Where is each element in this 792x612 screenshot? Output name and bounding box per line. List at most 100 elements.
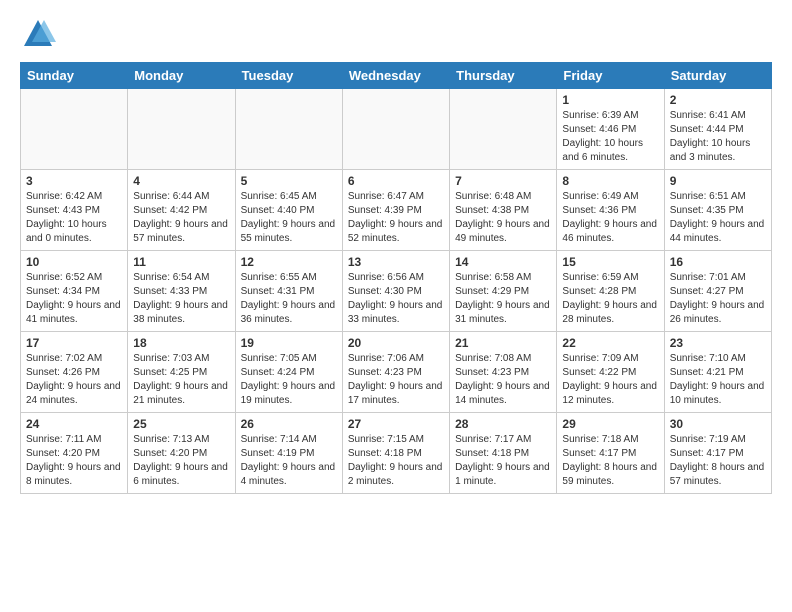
day-number: 29: [562, 417, 658, 431]
weekday-header-monday: Monday: [128, 63, 235, 89]
day-number: 27: [348, 417, 444, 431]
day-info: Sunrise: 7:02 AM Sunset: 4:26 PM Dayligh…: [26, 352, 122, 408]
day-info: Sunrise: 6:59 AM Sunset: 4:28 PM Dayligh…: [562, 271, 658, 327]
day-number: 26: [241, 417, 337, 431]
day-info: Sunrise: 7:01 AM Sunset: 4:27 PM Dayligh…: [670, 271, 766, 327]
day-number: 17: [26, 336, 122, 350]
calendar-cell: 20 Sunrise: 7:06 AM Sunset: 4:23 PM Dayli…: [342, 332, 449, 413]
day-info: Sunrise: 7:03 AM Sunset: 4:25 PM Dayligh…: [133, 352, 229, 408]
calendar-cell: 29 Sunrise: 7:18 AM Sunset: 4:17 PM Dayli…: [557, 413, 664, 494]
day-info: Sunrise: 7:19 AM Sunset: 4:17 PM Dayligh…: [670, 433, 766, 489]
day-info: Sunrise: 6:55 AM Sunset: 4:31 PM Dayligh…: [241, 271, 337, 327]
calendar-cell: 6 Sunrise: 6:47 AM Sunset: 4:39 PM Daylig…: [342, 170, 449, 251]
calendar-cell: 15 Sunrise: 6:59 AM Sunset: 4:28 PM Dayli…: [557, 251, 664, 332]
calendar-cell: [342, 89, 449, 170]
weekday-header-friday: Friday: [557, 63, 664, 89]
day-number: 22: [562, 336, 658, 350]
weekday-header-wednesday: Wednesday: [342, 63, 449, 89]
day-info: Sunrise: 6:51 AM Sunset: 4:35 PM Dayligh…: [670, 190, 766, 246]
weekday-header-tuesday: Tuesday: [235, 63, 342, 89]
day-number: 6: [348, 174, 444, 188]
calendar-cell: 22 Sunrise: 7:09 AM Sunset: 4:22 PM Dayli…: [557, 332, 664, 413]
day-number: 20: [348, 336, 444, 350]
day-info: Sunrise: 6:41 AM Sunset: 4:44 PM Dayligh…: [670, 109, 766, 165]
calendar-cell: 12Sunrise: 6:55 AM Sunset: 4:31 PM Dayli…: [235, 251, 342, 332]
calendar-cell: 28 Sunrise: 7:17 AM Sunset: 4:18 PM Dayli…: [450, 413, 557, 494]
day-number: 5: [241, 174, 337, 188]
day-number: 18: [133, 336, 229, 350]
week-row-0: 1 Sunrise: 6:39 AM Sunset: 4:46 PM Daylig…: [21, 89, 772, 170]
calendar-cell: 25 Sunrise: 7:13 AM Sunset: 4:20 PM Dayli…: [128, 413, 235, 494]
calendar-cell: 17 Sunrise: 7:02 AM Sunset: 4:26 PM Dayli…: [21, 332, 128, 413]
day-number: 25: [133, 417, 229, 431]
day-info: Sunrise: 7:15 AM Sunset: 4:18 PM Dayligh…: [348, 433, 444, 489]
calendar-cell: 8 Sunrise: 6:49 AM Sunset: 4:36 PM Daylig…: [557, 170, 664, 251]
day-number: 8: [562, 174, 658, 188]
day-info: Sunrise: 7:17 AM Sunset: 4:18 PM Dayligh…: [455, 433, 551, 489]
day-number: 15: [562, 255, 658, 269]
calendar-cell: 24 Sunrise: 7:11 AM Sunset: 4:20 PM Dayli…: [21, 413, 128, 494]
calendar-cell: [21, 89, 128, 170]
calendar-cell: 5 Sunrise: 6:45 AM Sunset: 4:40 PM Daylig…: [235, 170, 342, 251]
calendar-header: SundayMondayTuesdayWednesdayThursdayFrid…: [21, 63, 772, 89]
day-info: Sunrise: 6:54 AM Sunset: 4:33 PM Dayligh…: [133, 271, 229, 327]
calendar-cell: 2 Sunrise: 6:41 AM Sunset: 4:44 PM Daylig…: [664, 89, 771, 170]
calendar-cell: 10Sunrise: 6:52 AM Sunset: 4:34 PM Dayli…: [21, 251, 128, 332]
calendar-cell: 18 Sunrise: 7:03 AM Sunset: 4:25 PM Dayli…: [128, 332, 235, 413]
day-number: 28: [455, 417, 551, 431]
day-info: Sunrise: 6:52 AM Sunset: 4:34 PM Dayligh…: [26, 271, 122, 327]
day-number: 9: [670, 174, 766, 188]
day-info: Sunrise: 7:08 AM Sunset: 4:23 PM Dayligh…: [455, 352, 551, 408]
day-info: Sunrise: 6:56 AM Sunset: 4:30 PM Dayligh…: [348, 271, 444, 327]
calendar-cell: 7Sunrise: 6:48 AM Sunset: 4:38 PM Daylig…: [450, 170, 557, 251]
calendar-body: 1 Sunrise: 6:39 AM Sunset: 4:46 PM Daylig…: [21, 89, 772, 494]
day-number: 23: [670, 336, 766, 350]
calendar-cell: [450, 89, 557, 170]
calendar-cell: 23 Sunrise: 7:10 AM Sunset: 4:21 PM Dayli…: [664, 332, 771, 413]
calendar-cell: 30 Sunrise: 7:19 AM Sunset: 4:17 PM Dayli…: [664, 413, 771, 494]
day-info: Sunrise: 6:49 AM Sunset: 4:36 PM Dayligh…: [562, 190, 658, 246]
week-row-2: 10Sunrise: 6:52 AM Sunset: 4:34 PM Dayli…: [21, 251, 772, 332]
calendar-cell: 14Sunrise: 6:58 AM Sunset: 4:29 PM Dayli…: [450, 251, 557, 332]
day-info: Sunrise: 6:42 AM Sunset: 4:43 PM Dayligh…: [26, 190, 122, 246]
logo-icon: [20, 16, 56, 52]
header: [20, 16, 772, 52]
weekday-row: SundayMondayTuesdayWednesdayThursdayFrid…: [21, 63, 772, 89]
day-info: Sunrise: 7:06 AM Sunset: 4:23 PM Dayligh…: [348, 352, 444, 408]
week-row-1: 3 Sunrise: 6:42 AM Sunset: 4:43 PM Daylig…: [21, 170, 772, 251]
calendar-cell: 3 Sunrise: 6:42 AM Sunset: 4:43 PM Daylig…: [21, 170, 128, 251]
calendar-cell: 9 Sunrise: 6:51 AM Sunset: 4:35 PM Daylig…: [664, 170, 771, 251]
day-number: 1: [562, 93, 658, 107]
day-info: Sunrise: 6:39 AM Sunset: 4:46 PM Dayligh…: [562, 109, 658, 165]
weekday-header-sunday: Sunday: [21, 63, 128, 89]
day-info: Sunrise: 6:47 AM Sunset: 4:39 PM Dayligh…: [348, 190, 444, 246]
week-row-4: 24 Sunrise: 7:11 AM Sunset: 4:20 PM Dayli…: [21, 413, 772, 494]
calendar-cell: 19Sunrise: 7:05 AM Sunset: 4:24 PM Dayli…: [235, 332, 342, 413]
day-number: 24: [26, 417, 122, 431]
day-number: 3: [26, 174, 122, 188]
day-info: Sunrise: 7:18 AM Sunset: 4:17 PM Dayligh…: [562, 433, 658, 489]
day-number: 30: [670, 417, 766, 431]
day-number: 2: [670, 93, 766, 107]
day-info: Sunrise: 7:13 AM Sunset: 4:20 PM Dayligh…: [133, 433, 229, 489]
calendar-cell: 11 Sunrise: 6:54 AM Sunset: 4:33 PM Dayli…: [128, 251, 235, 332]
day-info: Sunrise: 7:09 AM Sunset: 4:22 PM Dayligh…: [562, 352, 658, 408]
day-info: Sunrise: 7:10 AM Sunset: 4:21 PM Dayligh…: [670, 352, 766, 408]
day-info: Sunrise: 6:44 AM Sunset: 4:42 PM Dayligh…: [133, 190, 229, 246]
day-number: 21: [455, 336, 551, 350]
page: SundayMondayTuesdayWednesdayThursdayFrid…: [0, 0, 792, 510]
day-number: 11: [133, 255, 229, 269]
calendar-cell: [128, 89, 235, 170]
weekday-header-thursday: Thursday: [450, 63, 557, 89]
day-number: 7: [455, 174, 551, 188]
day-info: Sunrise: 7:11 AM Sunset: 4:20 PM Dayligh…: [26, 433, 122, 489]
calendar-cell: 16Sunrise: 7:01 AM Sunset: 4:27 PM Dayli…: [664, 251, 771, 332]
calendar-cell: [235, 89, 342, 170]
day-number: 19: [241, 336, 337, 350]
calendar-cell: 1 Sunrise: 6:39 AM Sunset: 4:46 PM Daylig…: [557, 89, 664, 170]
calendar-cell: 4Sunrise: 6:44 AM Sunset: 4:42 PM Daylig…: [128, 170, 235, 251]
calendar-cell: 26Sunrise: 7:14 AM Sunset: 4:19 PM Dayli…: [235, 413, 342, 494]
calendar-table: SundayMondayTuesdayWednesdayThursdayFrid…: [20, 62, 772, 494]
calendar-cell: 13Sunrise: 6:56 AM Sunset: 4:30 PM Dayli…: [342, 251, 449, 332]
day-info: Sunrise: 6:45 AM Sunset: 4:40 PM Dayligh…: [241, 190, 337, 246]
